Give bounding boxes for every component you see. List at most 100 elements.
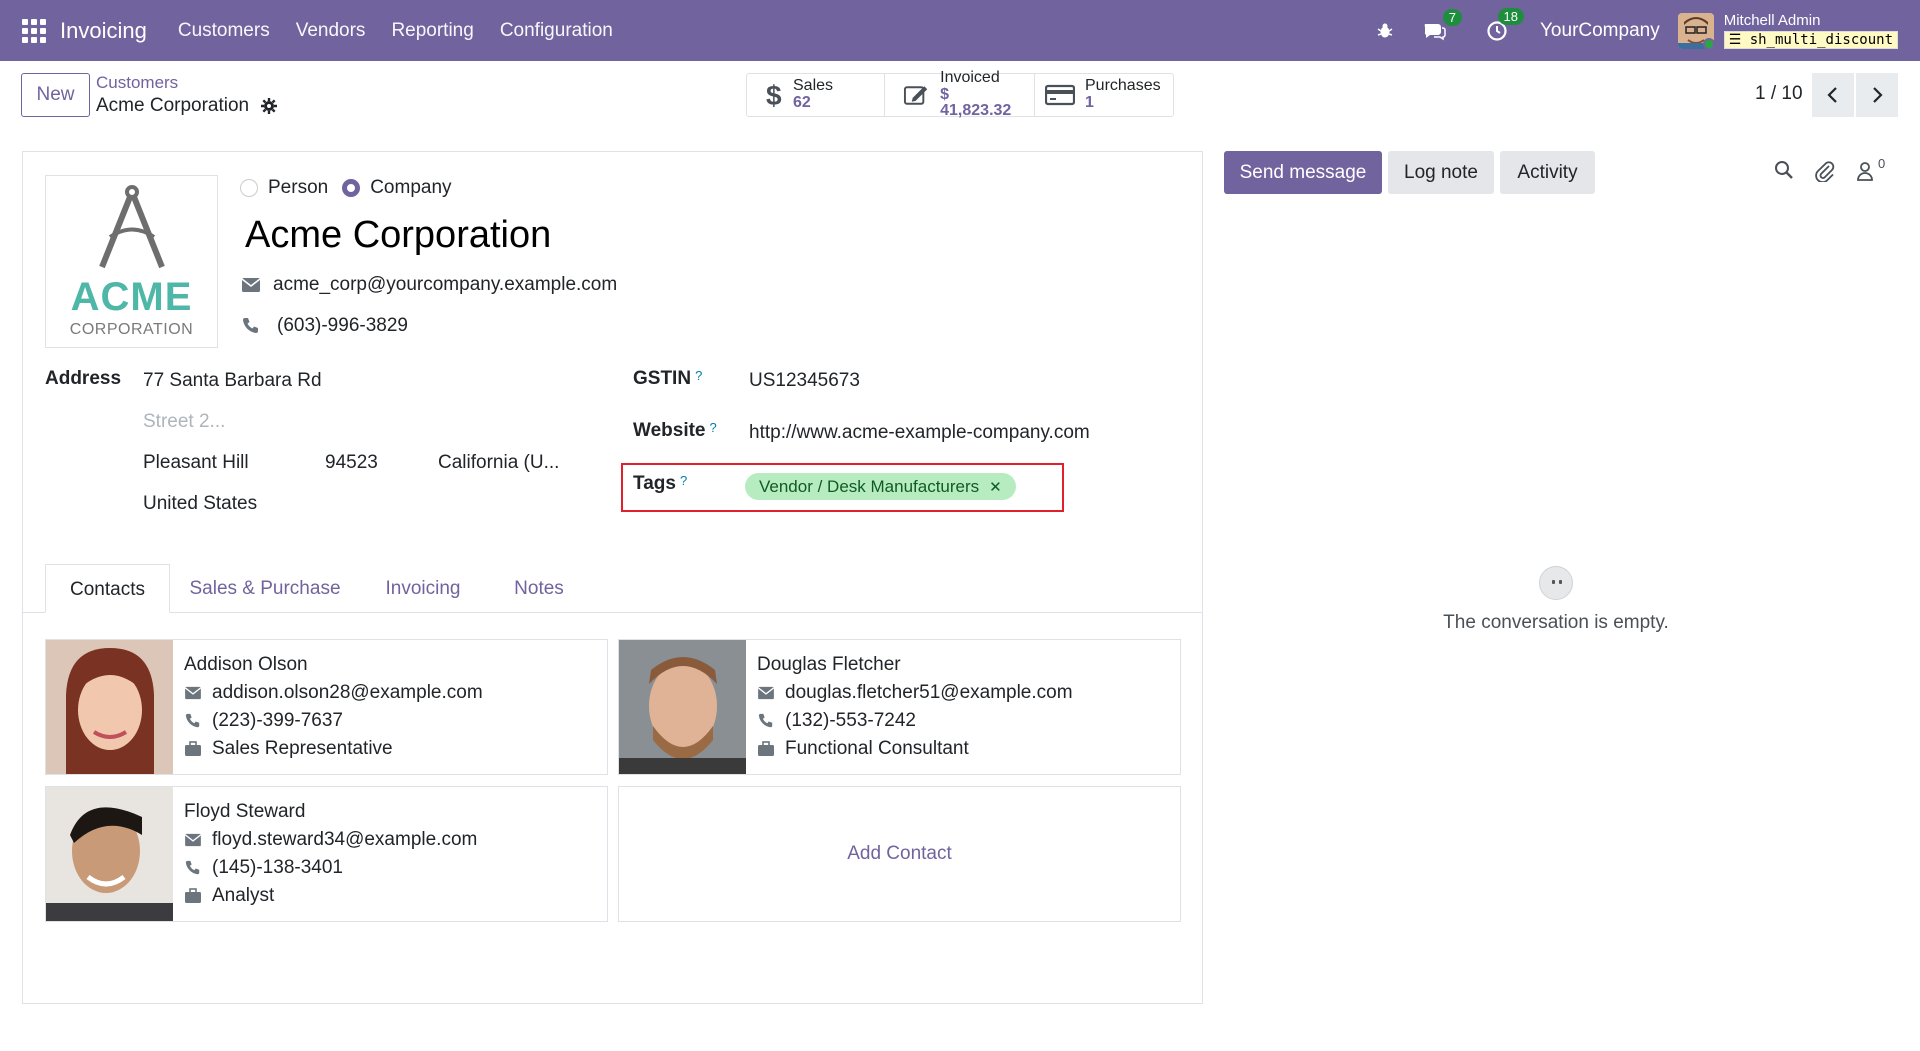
pager-previous-button[interactable] xyxy=(1812,73,1854,117)
company-logo[interactable]: ACME CORPORATION xyxy=(45,175,218,348)
invoiced-value: $ 41,823.32 xyxy=(940,85,1012,120)
email-row: acme_corp@yourcompany.example.com xyxy=(241,274,617,296)
country-field[interactable]: United States xyxy=(143,493,257,515)
activity-clock-icon[interactable]: 18 xyxy=(1486,7,1524,42)
logo-text: ACME xyxy=(70,275,193,319)
control-panel: New Customers Acme Corporation $ Sales 62… xyxy=(0,61,1920,151)
app-menu-icon[interactable] xyxy=(22,18,46,43)
contact-card[interactable]: Douglas Fletcher douglas.fletcher51@exam… xyxy=(618,639,1181,775)
contact-job-title: Analyst xyxy=(212,885,275,906)
pager-next-button[interactable] xyxy=(1856,73,1898,117)
tab-sales-purchase[interactable]: Sales & Purchase xyxy=(185,564,345,613)
contact-phone: (223)-399-7637 xyxy=(212,710,343,731)
menu-customers[interactable]: Customers xyxy=(178,20,270,42)
paperclip-icon[interactable] xyxy=(1814,160,1836,187)
website-label: Website? xyxy=(633,420,717,441)
app-name[interactable]: Invoicing xyxy=(60,18,147,44)
state-field[interactable]: California (U... xyxy=(438,452,559,474)
notebook-tabs: Contacts Sales & Purchase Invoicing Note… xyxy=(23,564,1202,613)
envelope-icon xyxy=(184,686,202,700)
log-note-button[interactable]: Log note xyxy=(1388,151,1494,194)
followers-icon[interactable]: 0 xyxy=(1856,156,1885,187)
tab-notes[interactable]: Notes xyxy=(499,564,579,613)
breadcrumb-customers[interactable]: Customers xyxy=(96,73,178,93)
help-icon[interactable]: ? xyxy=(695,368,702,383)
tags-label: Tags? xyxy=(633,473,688,494)
logo-subtext: CORPORATION xyxy=(69,321,194,338)
followers-count: 0 xyxy=(1878,156,1886,171)
menu-reporting[interactable]: Reporting xyxy=(391,20,473,42)
contact-name: Douglas Fletcher xyxy=(757,654,901,675)
phone-icon xyxy=(185,860,200,875)
top-navbar: Invoicing Customers Vendors Reporting Co… xyxy=(0,0,1920,61)
user-menu[interactable]: Mitchell Admin ☰ sh_multi_discount xyxy=(1723,11,1898,49)
contact-card[interactable]: Addison Olson addison.olson28@example.co… xyxy=(45,639,608,775)
gstin-field[interactable]: US12345673 xyxy=(749,370,860,392)
radio-company[interactable] xyxy=(342,179,361,197)
partner-name-field[interactable]: Acme Corporation xyxy=(245,214,551,257)
phone-icon xyxy=(243,318,258,333)
sales-value: 62 xyxy=(793,94,811,111)
radio-company-label[interactable]: Company xyxy=(370,177,451,199)
invoiced-label: Invoiced xyxy=(940,68,1000,86)
radio-person-label[interactable]: Person xyxy=(268,177,328,199)
street-field[interactable]: 77 Santa Barbara Rd xyxy=(143,370,322,392)
user-avatar[interactable] xyxy=(1677,12,1714,49)
contact-phone-row: (132)-553-7242 xyxy=(757,710,916,732)
contact-email-row: addison.olson28@example.com xyxy=(184,682,483,704)
activity-button[interactable]: Activity xyxy=(1500,151,1595,194)
gstin-label: GSTIN? xyxy=(633,368,703,389)
user-name: Mitchell Admin xyxy=(1723,11,1821,29)
contact-phone: (145)-138-3401 xyxy=(212,857,343,878)
messages-icon[interactable]: 7 xyxy=(1422,8,1462,41)
tag-remove-icon[interactable]: ✕ xyxy=(989,478,1002,496)
phone-row: (603)-996-3829 xyxy=(241,315,408,337)
menu-vendors[interactable]: Vendors xyxy=(296,20,366,42)
smart-buttons: $ Sales 62 Invoiced $ 41,823.32 Purchases 1 xyxy=(746,69,1174,119)
contact-card[interactable]: Floyd Steward floyd.steward34@example.co… xyxy=(45,786,608,922)
company-switcher[interactable]: YourCompany xyxy=(1540,20,1660,42)
new-button[interactable]: New xyxy=(21,73,90,117)
tab-contacts[interactable]: Contacts xyxy=(45,564,170,613)
send-message-button[interactable]: Send message xyxy=(1224,151,1382,194)
purchases-smart-button[interactable]: Purchases 1 xyxy=(1035,74,1173,116)
email-field[interactable]: acme_corp@yourcompany.example.com xyxy=(273,274,617,296)
bug-icon[interactable] xyxy=(1376,22,1394,40)
gear-icon[interactable] xyxy=(260,97,278,120)
menu-configuration[interactable]: Configuration xyxy=(500,20,613,42)
contact-photo xyxy=(46,787,173,921)
invoiced-smart-button[interactable]: Invoiced $ 41,823.32 xyxy=(885,69,1035,119)
tab-invoicing[interactable]: Invoicing xyxy=(373,564,473,613)
tag-pill[interactable]: Vendor / Desk Manufacturers ✕ xyxy=(745,473,1016,500)
contact-title-row: Analyst xyxy=(184,885,274,907)
contact-email-row: douglas.fletcher51@example.com xyxy=(757,682,1073,704)
phone-icon xyxy=(758,713,773,728)
sales-label: Sales xyxy=(793,77,834,95)
pager-value[interactable]: 1 / 10 xyxy=(1755,83,1803,105)
street2-field[interactable]: Street 2... xyxy=(143,411,225,433)
form-sheet: ACME CORPORATION Person Company Acme Cor… xyxy=(22,151,1203,1004)
contact-phone: (132)-553-7242 xyxy=(785,710,916,731)
chevron-left-icon xyxy=(1827,87,1837,103)
messages-badge: 7 xyxy=(1442,8,1462,26)
purchases-label: Purchases xyxy=(1085,77,1161,95)
credit-card-icon xyxy=(1045,84,1075,106)
contact-title-row: Functional Consultant xyxy=(757,738,969,760)
search-icon[interactable] xyxy=(1774,160,1794,185)
website-field[interactable]: http://www.acme-example-company.com xyxy=(749,422,1090,444)
sales-smart-button[interactable]: $ Sales 62 xyxy=(747,74,885,116)
phone-field[interactable]: (603)-996-3829 xyxy=(277,315,408,337)
breadcrumb-current: Acme Corporation xyxy=(96,95,250,116)
radio-person[interactable] xyxy=(240,179,258,197)
zip-field[interactable]: 94523 xyxy=(325,452,378,474)
address-label: Address xyxy=(45,368,122,389)
phone-icon xyxy=(185,713,200,728)
add-contact-button[interactable]: Add Contact xyxy=(618,786,1181,922)
contact-email-row: floyd.steward34@example.com xyxy=(184,829,477,851)
city-field[interactable]: Pleasant Hill xyxy=(143,452,249,474)
help-icon[interactable]: ? xyxy=(710,420,717,435)
contact-job-title: Sales Representative xyxy=(212,738,393,759)
contact-name: Addison Olson xyxy=(184,654,308,675)
help-icon[interactable]: ? xyxy=(680,473,687,488)
contact-email: douglas.fletcher51@example.com xyxy=(785,682,1073,703)
